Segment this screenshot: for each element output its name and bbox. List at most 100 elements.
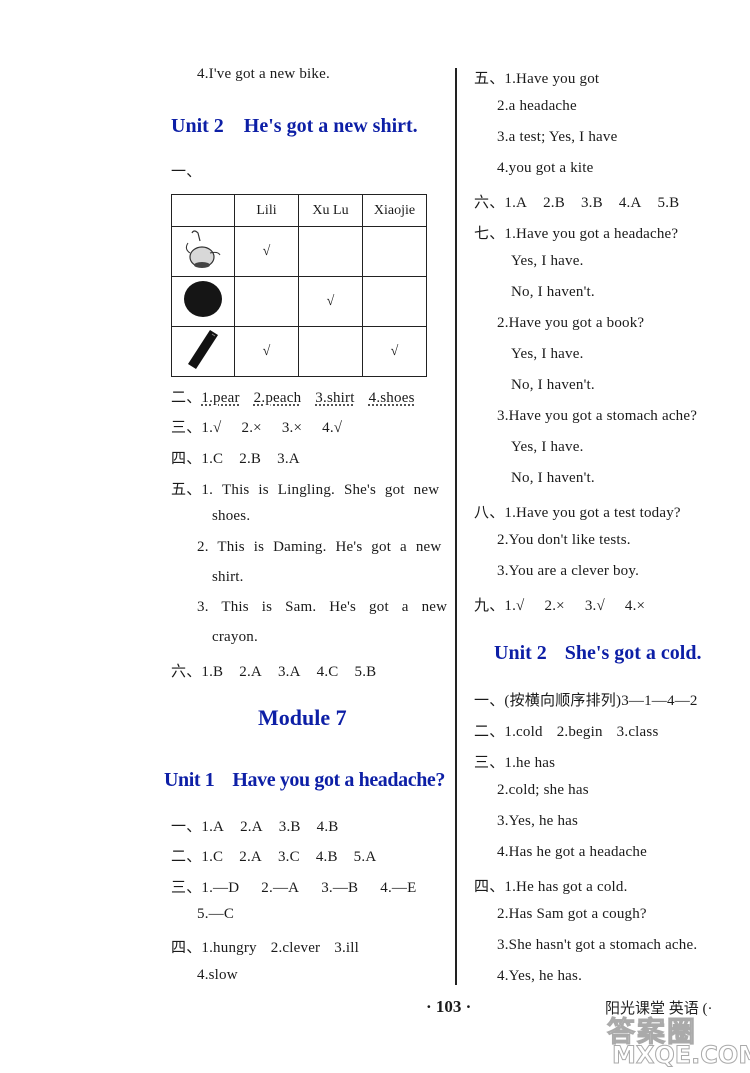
ball-icon — [184, 281, 222, 317]
unit-number: Unit 2 — [171, 115, 224, 137]
answer: 2.B — [239, 451, 262, 467]
answer: 1.√ — [201, 420, 222, 436]
section-label: 一、 — [474, 693, 505, 709]
answer: 1.C — [201, 849, 224, 865]
answer-line: 4.you got a kite — [497, 160, 594, 176]
unit-title: He's got a new shirt. — [243, 115, 418, 137]
table-cell: √ — [298, 276, 363, 327]
answer-line: 2.You don't like tests. — [497, 532, 631, 548]
answer-line: 4.Has he got a headache — [497, 844, 647, 860]
pear-icon — [185, 230, 221, 268]
answer: 4.C — [316, 664, 339, 680]
unit-number: Unit 2 — [494, 642, 547, 664]
table-cell — [298, 326, 363, 377]
section-label: 四、 — [171, 940, 202, 956]
crayon-icon — [188, 330, 218, 369]
answer-line: 五、1.Have you got — [474, 67, 599, 88]
answer-line: 2.cold; she has — [497, 782, 589, 798]
answer: 4.√ — [322, 420, 343, 436]
answer: 4.shoes — [368, 390, 415, 406]
answer-line: 2.a headache — [497, 98, 577, 114]
table-cell — [171, 276, 235, 327]
answer-line: shirt. — [212, 569, 244, 585]
section-label: 九、 — [474, 598, 505, 614]
section-label: 二、 — [171, 390, 202, 406]
table-header-row: Lili Xu Lu Xiaojie — [171, 194, 427, 227]
section-label: 三、 — [171, 420, 202, 436]
section-label: 二、 — [171, 849, 202, 865]
answer: 1.Have you got a test today? — [504, 505, 681, 521]
answer: 5.A — [353, 849, 377, 865]
answer: 2.A — [239, 664, 262, 680]
section-label: 八、 — [474, 505, 505, 521]
answer-line: 2. This is Daming. He's got a new — [197, 539, 442, 555]
answer-line: 3.She hasn't got a stomach ache. — [497, 937, 698, 953]
answer-line: 4.Yes, he has. — [497, 968, 583, 984]
answer-table: Lili Xu Lu Xiaojie √ √ √ √ — [171, 194, 427, 377]
unit-heading: Unit 2 He's got a new shirt. — [171, 115, 418, 138]
answer: 1. This is Lingling. She's got new — [201, 482, 440, 498]
answer-line: No, I haven't. — [511, 284, 595, 300]
answer-line: 七、1.Have you got a headache? — [474, 222, 678, 243]
section-label: 五、 — [171, 482, 202, 498]
answer-line: 4.I've got a new bike. — [197, 66, 330, 82]
table-cell — [362, 226, 427, 277]
answer: 1.Have you got — [504, 71, 600, 87]
answer-line: 2.Have you got a book? — [497, 315, 645, 331]
unit-title: Have you got a headache? — [232, 769, 446, 791]
answer: 3.B — [580, 195, 603, 211]
answer: 5.B — [354, 664, 377, 680]
answer-line: No, I haven't. — [511, 470, 595, 486]
answer: 5.B — [657, 195, 680, 211]
table-header-cell: Lili — [234, 194, 299, 227]
table-row: √ — [171, 226, 427, 277]
unit-heading: Unit 2 She's got a cold. — [494, 642, 701, 665]
unit-number: Unit 1 — [164, 769, 215, 791]
answer: 3.× — [281, 420, 303, 436]
answer-line: 4.slow — [197, 967, 238, 983]
answer: 2.clever — [270, 940, 321, 956]
answer: 1.A — [504, 195, 528, 211]
table-header-cell: Xu Lu — [298, 194, 363, 227]
table-cell — [171, 226, 235, 277]
section-label: 四、 — [474, 879, 505, 895]
answer-line: 3.Yes, he has — [497, 813, 579, 829]
answer: 4.—E — [380, 880, 417, 896]
answer-line: No, I haven't. — [511, 377, 595, 393]
answer: 1.√ — [504, 598, 525, 614]
module-heading: Module 7 — [258, 705, 347, 730]
column-divider — [455, 68, 457, 985]
page-number: · 103 · — [426, 997, 471, 1017]
section-label: 六、 — [171, 664, 202, 680]
answer: 3.A — [277, 451, 300, 467]
answer: 2.× — [544, 598, 565, 614]
answer: 3.—B — [321, 880, 359, 896]
answer: 2.× — [241, 420, 262, 436]
answer-line: 3. This is Sam. He's got a new — [197, 599, 448, 615]
section-label: 六、 — [474, 195, 505, 211]
answer-line: 二、1.cold 2.begin 3.class — [474, 720, 658, 741]
page-number-dot: · — [465, 997, 472, 1016]
answer: 3.class — [616, 724, 659, 740]
answer: 3.ill — [334, 940, 360, 956]
answer-line: shoes. — [212, 508, 251, 524]
answer: 3.A — [277, 664, 301, 680]
table-header-cell — [171, 194, 235, 227]
answer-line: 3.a test; Yes, I have — [497, 129, 618, 145]
table-row: √ √ — [171, 326, 427, 377]
section-label: 一、 — [171, 164, 202, 180]
table-cell — [234, 276, 299, 327]
answer: 1.hungry — [201, 940, 257, 956]
answer-line: Yes, I have. — [511, 346, 584, 362]
answer-line: 八、1.Have you got a test today? — [474, 501, 681, 522]
answer-line: 三、1.√ 2.× 3.× 4.√ — [171, 416, 342, 437]
section-label: 七、 — [474, 226, 505, 242]
answer: 1.B — [201, 664, 224, 680]
answer: 1.C — [201, 451, 224, 467]
section-label: 三、 — [474, 755, 505, 771]
answer: 1.Have you got a headache? — [504, 226, 679, 242]
page-number-value: 103 — [435, 997, 462, 1016]
answer: 1.A — [201, 819, 225, 835]
answer-line: 四、1.hungry 2.clever 3.ill — [171, 936, 359, 957]
answer-line: 二、1.pear 2.peach 3.shirt 4.shoes — [171, 386, 415, 407]
